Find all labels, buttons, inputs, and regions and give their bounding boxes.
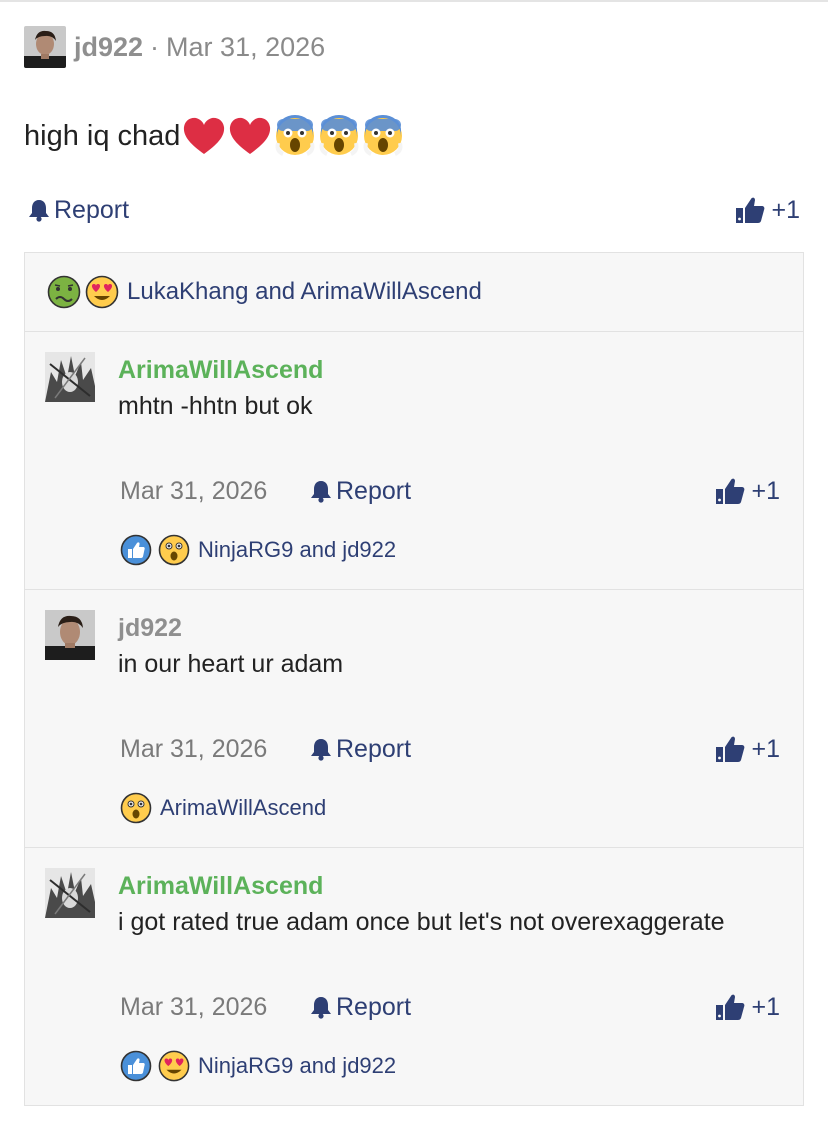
red-heart-icon	[184, 117, 225, 154]
screaming-face-icon	[275, 115, 315, 156]
heart-eyes-icon	[158, 1050, 190, 1082]
report-label: Report	[336, 734, 412, 763]
screaming-face-icon	[363, 115, 403, 156]
avatar[interactable]	[45, 610, 95, 660]
post-username[interactable]: jd922	[74, 32, 143, 63]
post-reactions[interactable]: LukaKhang and ArimaWillAscend	[25, 253, 803, 332]
astonished-face-icon	[158, 534, 190, 566]
bell-icon	[311, 739, 331, 761]
report-label: Report	[336, 476, 412, 505]
post-emojis	[182, 115, 406, 157]
like-button[interactable]: +1	[715, 735, 780, 764]
avatar[interactable]	[45, 868, 95, 918]
top-divider	[0, 0, 828, 2]
post-actions: Report +1	[28, 190, 800, 230]
like-reaction-icon	[120, 534, 152, 566]
report-label: Report	[336, 992, 412, 1021]
bell-icon	[311, 997, 331, 1019]
reply-meta: Mar 31, 2026 Report +1	[120, 730, 780, 768]
red-heart-icon	[230, 117, 271, 154]
bell-icon	[29, 200, 49, 222]
report-button[interactable]: Report	[28, 196, 129, 225]
like-button[interactable]: +1	[715, 477, 780, 506]
report-button[interactable]: Report	[310, 477, 411, 506]
report-label: Report	[54, 195, 130, 224]
reactor-names[interactable]: NinjaRG9 and jd922	[198, 537, 396, 563]
thumbs-up-icon	[736, 197, 765, 223]
reply-reactions[interactable]: NinjaRG9 and jd922	[120, 534, 396, 566]
reactor-names[interactable]: NinjaRG9 and jd922	[198, 1053, 396, 1079]
reply-text: in our heart ur adam	[118, 650, 344, 678]
reactor-names[interactable]: LukaKhang and ArimaWillAscend	[127, 278, 482, 306]
reply-date: Mar 31, 2026	[120, 734, 268, 763]
like-count: +1	[751, 992, 780, 1021]
post-body: high iq chad	[24, 114, 406, 158]
nauseated-face-icon	[47, 275, 81, 309]
avatar[interactable]	[24, 26, 66, 68]
report-button[interactable]: Report	[310, 993, 411, 1022]
reply-thread: LukaKhang and ArimaWillAscend ArimaWillA…	[24, 252, 804, 1106]
screaming-face-icon	[319, 115, 359, 156]
reply-item: jd922 in our heart ur adam Mar 31, 2026 …	[25, 590, 803, 848]
reactor-names[interactable]: ArimaWillAscend	[160, 795, 326, 821]
thumbs-up-icon	[716, 994, 745, 1020]
bell-icon	[311, 481, 331, 503]
reply-username[interactable]: ArimaWillAscend	[118, 872, 323, 901]
report-button[interactable]: Report	[310, 735, 411, 764]
heart-eyes-icon	[85, 275, 119, 309]
reply-meta: Mar 31, 2026 Report +1	[120, 988, 780, 1026]
reply-text: mhtn -hhtn but ok	[118, 392, 313, 420]
post-text: high iq chad	[24, 119, 181, 152]
reply-item: ArimaWillAscend i got rated true adam on…	[25, 848, 803, 1106]
avatar[interactable]	[45, 352, 95, 402]
header-separator: ·	[150, 31, 160, 62]
reply-username[interactable]: ArimaWillAscend	[118, 356, 323, 385]
like-count: +1	[771, 195, 800, 224]
reply-text: i got rated true adam once but let's not…	[118, 908, 725, 936]
reply-date: Mar 31, 2026	[120, 992, 268, 1021]
post-date: Mar 31, 2026	[166, 31, 326, 62]
thumbs-up-icon	[716, 478, 745, 504]
post-header: jd922 · Mar 31, 2026	[24, 26, 325, 68]
like-count: +1	[751, 734, 780, 763]
reply-item: ArimaWillAscend mhtn -hhtn but ok Mar 31…	[25, 332, 803, 590]
reply-reactions[interactable]: ArimaWillAscend	[120, 792, 326, 824]
reply-username[interactable]: jd922	[118, 614, 182, 643]
thumbs-up-icon	[716, 736, 745, 762]
like-reaction-icon	[120, 1050, 152, 1082]
like-count: +1	[751, 476, 780, 505]
like-button[interactable]: +1	[735, 196, 800, 225]
astonished-face-icon	[120, 792, 152, 824]
like-button[interactable]: +1	[715, 993, 780, 1022]
reply-date: Mar 31, 2026	[120, 476, 268, 505]
reply-reactions[interactable]: NinjaRG9 and jd922	[120, 1050, 396, 1082]
reply-meta: Mar 31, 2026 Report +1	[120, 472, 780, 510]
